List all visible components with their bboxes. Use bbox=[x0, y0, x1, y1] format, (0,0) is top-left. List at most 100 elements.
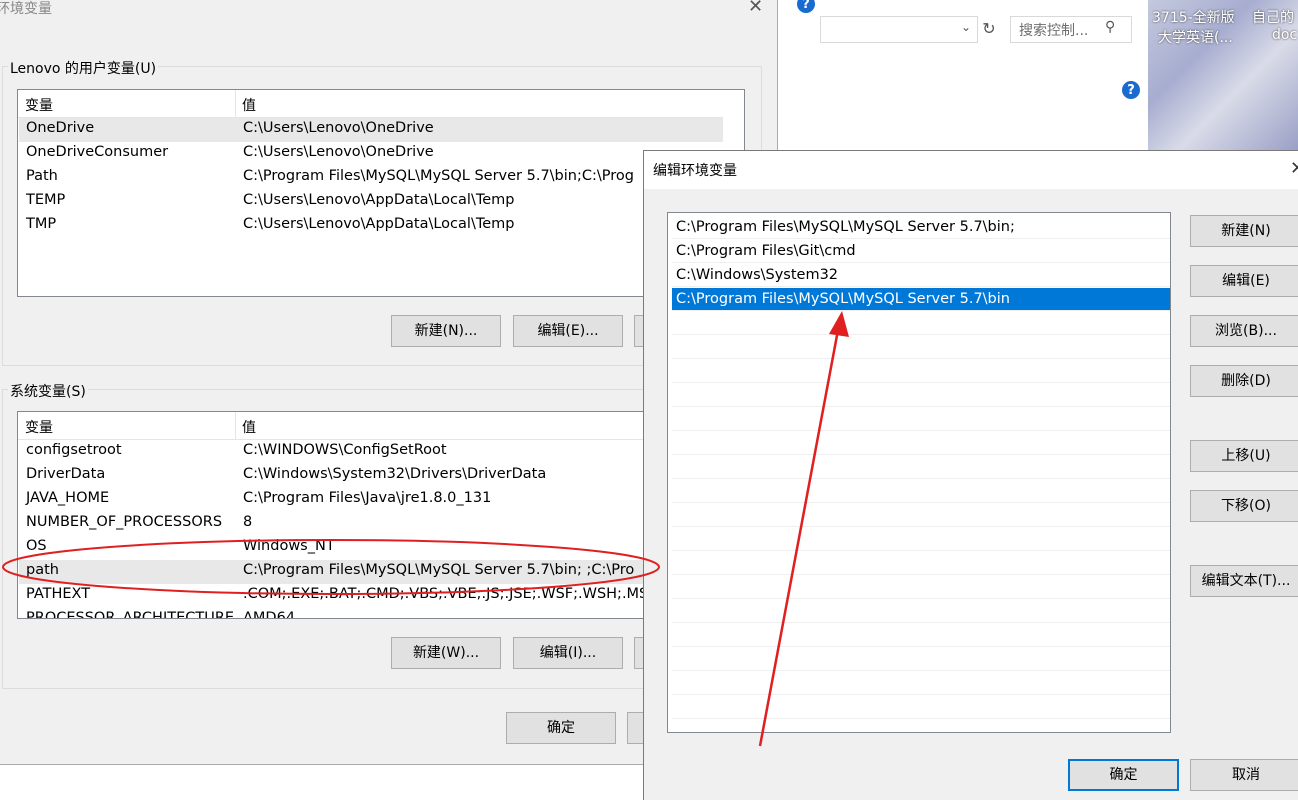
variable-name: DriverData bbox=[26, 466, 106, 482]
table-row[interactable]: OS Windows_NT bbox=[19, 536, 723, 560]
move-down-button[interactable]: 下移(O) bbox=[1190, 490, 1298, 522]
browse-button[interactable]: 浏览(B)... bbox=[1190, 315, 1298, 347]
system-new-button[interactable]: 新建(W)... bbox=[391, 637, 501, 669]
user-variables-label: Lenovo 的用户变量(U) bbox=[8, 58, 159, 78]
table-row[interactable]: JAVA_HOME C:\Program Files\Java\jre1.8.0_… bbox=[19, 488, 723, 512]
table-row[interactable]: DriverData C:\Windows\System32\Drivers\Dr… bbox=[19, 464, 723, 488]
variable-name: Path bbox=[26, 168, 58, 184]
variable-name: configsetroot bbox=[26, 442, 122, 458]
edit-button[interactable]: 编辑(E) bbox=[1190, 265, 1298, 297]
list-separator bbox=[672, 262, 1170, 263]
ok-button[interactable]: 确定 bbox=[506, 712, 616, 744]
list-separator bbox=[672, 358, 1170, 359]
table-row[interactable]: PROCESSOR_ARCHITECTURE AMD64 bbox=[19, 608, 723, 619]
user-new-button[interactable]: 新建(N)... bbox=[391, 315, 501, 347]
column-header-value[interactable]: 值 bbox=[242, 95, 256, 115]
table-row[interactable]: configsetroot C:\WINDOWS\ConfigSetRoot bbox=[19, 440, 723, 464]
variable-name: OS bbox=[26, 538, 47, 554]
variable-value: C:\Users\Lenovo\OneDrive bbox=[243, 120, 434, 136]
delete-button[interactable]: 删除(D) bbox=[1190, 365, 1298, 397]
list-separator bbox=[672, 550, 1170, 551]
list-separator bbox=[672, 430, 1170, 431]
column-header-variable[interactable]: 变量 bbox=[25, 417, 53, 437]
variable-value: C:\Program Files\MySQL\MySQL Server 5.7\… bbox=[243, 562, 635, 578]
cancel-button[interactable]: 取消 bbox=[1190, 759, 1298, 791]
close-icon[interactable]: ✕ bbox=[748, 0, 763, 17]
list-separator bbox=[672, 718, 1170, 719]
variable-name: OneDriveConsumer bbox=[26, 144, 169, 160]
list-separator bbox=[672, 502, 1170, 503]
variable-value: Windows_NT bbox=[243, 538, 335, 554]
column-header-variable[interactable]: 变量 bbox=[25, 95, 53, 115]
user-variables-list[interactable]: 变量 值 OneDrive C:\Users\Lenovo\OneDrive On… bbox=[17, 89, 745, 297]
table-row[interactable]: OneDriveConsumer C:\Users\Lenovo\OneDrive bbox=[19, 142, 723, 166]
variable-name: NUMBER_OF_PROCESSORS bbox=[26, 514, 223, 530]
dialog-titlebar[interactable] bbox=[644, 151, 1298, 189]
variable-value: C:\Program Files\Java\jre1.8.0_131 bbox=[243, 490, 492, 506]
list-item[interactable]: C:\Program Files\MySQL\MySQL Server 5.7\… bbox=[672, 216, 1170, 238]
desktop-icon-label[interactable]: 大学英语(... bbox=[1158, 27, 1233, 47]
system-variables-label: 系统变量(S) bbox=[8, 381, 88, 401]
list-separator bbox=[672, 598, 1170, 599]
list-item[interactable]: C:\Program Files\Git\cmd bbox=[672, 240, 1170, 262]
refresh-icon[interactable]: ↻ bbox=[979, 19, 999, 39]
variable-value: C:\Windows\System32\Drivers\DriverData bbox=[243, 466, 547, 482]
list-separator bbox=[672, 670, 1170, 671]
variable-value: 8 bbox=[243, 514, 253, 530]
variable-value: .COM;.EXE;.BAT;.CMD;.VBS;.VBE;.JS;.JSE;.… bbox=[243, 586, 659, 602]
desktop-icon-label[interactable]: 自己的 bbox=[1252, 7, 1294, 27]
variable-value: C:\WINDOWS\ConfigSetRoot bbox=[243, 442, 447, 458]
list-separator bbox=[672, 574, 1170, 575]
list-header: 变量 值 bbox=[18, 90, 723, 118]
variable-name: PROCESSOR_ARCHITECTURE bbox=[26, 610, 235, 619]
path-entry-list[interactable]: C:\Program Files\MySQL\MySQL Server 5.7\… bbox=[667, 212, 1171, 733]
variable-value: C:\Users\Lenovo\AppData\Local\Temp bbox=[243, 216, 515, 232]
list-item[interactable]: C:\Program Files\MySQL\MySQL Server 5.7\… bbox=[672, 288, 1170, 310]
close-icon[interactable]: ✕ bbox=[1290, 158, 1298, 179]
variable-value: C:\Program Files\MySQL\MySQL Server 5.7\… bbox=[243, 168, 634, 184]
column-divider[interactable] bbox=[235, 90, 236, 118]
table-row[interactable]: Path C:\Program Files\MySQL\MySQL Server … bbox=[19, 166, 723, 190]
table-row[interactable]: TEMP C:\Users\Lenovo\AppData\Local\Temp bbox=[19, 190, 723, 214]
help-icon[interactable]: ? bbox=[1121, 80, 1141, 100]
address-bar[interactable] bbox=[820, 16, 978, 43]
table-row[interactable]: TMP C:\Users\Lenovo\AppData\Local\Temp bbox=[19, 214, 723, 238]
move-up-button[interactable]: 上移(U) bbox=[1190, 440, 1298, 472]
list-separator bbox=[672, 310, 1170, 311]
variable-name: PATHEXT bbox=[26, 586, 91, 602]
list-separator bbox=[672, 694, 1170, 695]
variable-name: TMP bbox=[26, 216, 57, 232]
ok-button[interactable]: 确定 bbox=[1068, 759, 1179, 791]
variable-name: OneDrive bbox=[26, 120, 95, 136]
column-header-value[interactable]: 值 bbox=[242, 417, 256, 437]
new-button[interactable]: 新建(N) bbox=[1190, 215, 1298, 247]
system-edit-button[interactable]: 编辑(I)... bbox=[513, 637, 623, 669]
list-separator bbox=[672, 646, 1170, 647]
variable-value: C:\Users\Lenovo\AppData\Local\Temp bbox=[243, 192, 515, 208]
list-separator bbox=[672, 334, 1170, 335]
list-separator bbox=[672, 238, 1170, 239]
list-separator bbox=[672, 454, 1170, 455]
variable-value: AMD64 bbox=[243, 610, 296, 619]
edit-text-button[interactable]: 编辑文本(T)... bbox=[1190, 565, 1298, 597]
list-separator bbox=[672, 526, 1170, 527]
table-row[interactable]: PATHEXT .COM;.EXE;.BAT;.CMD;.VBS;.VBE;.JS… bbox=[19, 584, 723, 608]
system-variables-list[interactable]: 变量 值 configsetroot C:\WINDOWS\ConfigSetRo… bbox=[17, 411, 745, 619]
variable-value: C:\Users\Lenovo\OneDrive bbox=[243, 144, 434, 160]
variable-name: TEMP bbox=[26, 192, 66, 208]
user-edit-button[interactable]: 编辑(E)... bbox=[513, 315, 623, 347]
variable-name: path bbox=[26, 562, 59, 578]
variable-name: JAVA_HOME bbox=[26, 490, 110, 506]
list-item[interactable]: C:\Windows\System32 bbox=[672, 264, 1170, 286]
table-row[interactable]: OneDrive C:\Users\Lenovo\OneDrive bbox=[19, 118, 723, 142]
chevron-down-icon[interactable]: ⌄ bbox=[958, 20, 974, 38]
table-row[interactable]: path C:\Program Files\MySQL\MySQL Server … bbox=[19, 560, 723, 584]
desktop-icon-label[interactable]: doc bbox=[1272, 27, 1297, 43]
table-row[interactable]: NUMBER_OF_PROCESSORS 8 bbox=[19, 512, 723, 536]
list-header: 变量 值 bbox=[18, 412, 723, 440]
desktop-icon-label[interactable]: 3715-全新版 bbox=[1152, 7, 1235, 27]
search-icon[interactable]: ⚲ bbox=[1105, 19, 1115, 35]
column-divider[interactable] bbox=[235, 412, 236, 440]
dialog-title: 编辑环境变量 bbox=[653, 163, 737, 179]
search-placeholder: 搜索控制... bbox=[1019, 23, 1089, 39]
